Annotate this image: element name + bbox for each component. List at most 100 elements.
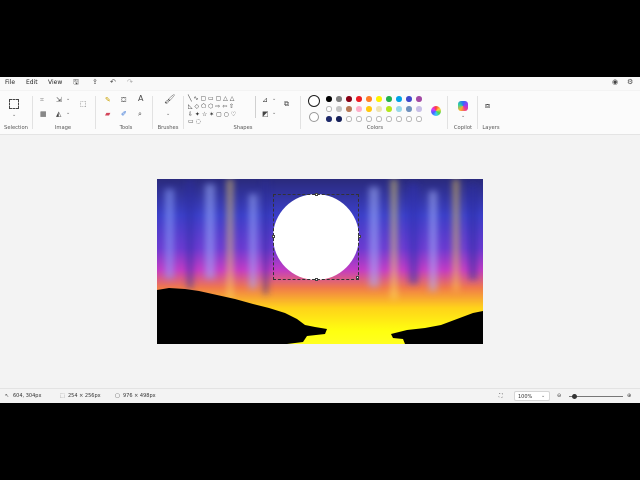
right-cliff-silhouette — [391, 311, 483, 344]
account-icon[interactable]: ◉ — [612, 78, 618, 86]
crop-icon[interactable]: ⌗ — [40, 96, 44, 104]
shape-insert-icon[interactable]: ⧉ — [284, 100, 289, 108]
color-swatch[interactable] — [356, 96, 362, 102]
group-label-brushes: Brushes — [157, 125, 179, 131]
separator — [95, 96, 96, 129]
copilot-icon[interactable] — [458, 101, 468, 111]
redo-icon[interactable]: ↷ — [127, 78, 133, 86]
color-swatch[interactable] — [366, 116, 372, 122]
color-swatch[interactable] — [336, 106, 342, 112]
brushes-chevron-icon[interactable]: ⌄ — [166, 111, 170, 117]
color-swatch[interactable] — [396, 96, 402, 102]
color-swatch[interactable] — [336, 116, 342, 122]
fit-to-window-icon[interactable]: ⛶ — [499, 393, 503, 399]
color-swatch[interactable] — [376, 106, 382, 112]
menu-file[interactable]: File — [5, 79, 15, 86]
color-swatch[interactable] — [416, 116, 422, 122]
color-swatch[interactable] — [346, 96, 352, 102]
rotate-chevron-icon[interactable]: ⌄ — [66, 110, 70, 116]
color-swatch[interactable] — [386, 96, 392, 102]
color-swatch[interactable] — [356, 106, 362, 112]
pencil-icon[interactable]: ✎ — [105, 96, 111, 104]
magnifier-icon[interactable]: ⌕ — [138, 110, 142, 118]
undo-icon[interactable]: ↶ — [110, 78, 116, 86]
eraser-icon[interactable]: ▰ — [105, 110, 110, 118]
group-label-shapes: Shapes — [233, 125, 253, 131]
rotate-icon[interactable]: ◭ — [56, 110, 61, 118]
shape-outline-icon[interactable]: ⊿ — [262, 96, 268, 104]
share-icon[interactable]: ⇪ — [92, 78, 98, 86]
selection-handle-bottom[interactable] — [315, 278, 318, 281]
zoom-in-icon[interactable]: ⊕ — [627, 393, 631, 399]
selection-handle-left[interactable] — [272, 235, 275, 238]
layers-icon[interactable]: ⧈ — [485, 102, 490, 110]
resize-icon[interactable]: ⇲ — [56, 96, 62, 104]
color-swatch[interactable] — [386, 106, 392, 112]
resize-chevron-icon[interactable]: ⌄ — [66, 96, 70, 102]
menu-edit[interactable]: Edit — [26, 79, 38, 86]
color-swatch[interactable] — [396, 116, 402, 122]
color-swatch[interactable] — [346, 106, 352, 112]
color-swatch[interactable] — [406, 106, 412, 112]
shapes-row-2[interactable]: ◺ ◇ ⬠ ⬡ ⇨ ⇦ ⇧ — [188, 104, 254, 110]
color-swatch[interactable] — [376, 116, 382, 122]
color-swatch[interactable] — [356, 116, 362, 122]
color-swatch[interactable] — [416, 96, 422, 102]
color-swatch[interactable] — [366, 96, 372, 102]
group-label-tools: Tools — [119, 125, 133, 131]
shapes-row-1[interactable]: ╲ ∿ ▢ ▭ ▢ △ △ — [188, 96, 254, 102]
save-icon[interactable]: 🖫 — [73, 78, 79, 89]
color-picker-icon[interactable]: ✐ — [121, 110, 127, 118]
canvas-size-icon: ▢ — [115, 393, 120, 399]
color-swatch[interactable] — [386, 116, 392, 122]
image-select-icon[interactable]: ⬚ — [80, 100, 87, 108]
fill-bucket-icon[interactable]: ⛋ — [121, 96, 126, 104]
zoom-slider-thumb[interactable] — [571, 394, 577, 399]
cursor-position: 604, 304px — [13, 393, 42, 399]
color-swatch[interactable] — [326, 106, 332, 112]
separator — [300, 96, 301, 129]
color-swatch[interactable] — [366, 106, 372, 112]
selection-handle-top[interactable] — [315, 193, 318, 196]
separator — [183, 96, 184, 129]
selection-handle-right[interactable] — [358, 235, 361, 238]
selection-size: 254 × 256px — [68, 393, 101, 399]
shape-outline-chevron-icon[interactable]: ⌄ — [272, 96, 276, 102]
color-swatch[interactable] — [406, 96, 412, 102]
zoom-out-icon[interactable]: ⊖ — [557, 393, 561, 399]
selection-handle-bottom-right[interactable] — [356, 276, 359, 279]
shape-fill-chevron-icon[interactable]: ⌄ — [272, 110, 276, 116]
zoom-slider-track[interactable] — [569, 396, 623, 397]
shapes-gallery[interactable]: ╲ ∿ ▢ ▭ ▢ △ △ ◺ ◇ ⬠ ⬡ ⇨ ⇦ ⇧ ⇩ ✦ ☆ ✶ ▢ ○ … — [188, 96, 254, 125]
selection-size-icon: ⬚ — [60, 393, 65, 399]
color-swatch[interactable] — [346, 116, 352, 122]
color-swatch[interactable] — [406, 116, 412, 122]
color-swatch[interactable] — [416, 106, 422, 112]
color-swatch[interactable] — [336, 96, 342, 102]
edit-colors-icon[interactable] — [431, 106, 441, 116]
zoom-dropdown[interactable]: 100% ⌄ — [514, 391, 550, 401]
text-tool-icon[interactable]: A — [138, 95, 143, 103]
drawing-canvas[interactable] — [157, 179, 483, 344]
selection-tool-icon[interactable] — [9, 99, 19, 109]
copilot-chevron-icon[interactable]: ⌄ — [461, 113, 465, 119]
selection-box[interactable] — [273, 194, 359, 280]
color-swatch[interactable] — [326, 96, 332, 102]
background-icon[interactable]: ▦ — [40, 110, 47, 118]
group-label-selection: Selection — [4, 125, 28, 131]
shapes-scrollbar[interactable] — [255, 96, 256, 118]
brush-icon[interactable]: 🖌 — [164, 96, 175, 105]
settings-gear-icon[interactable]: ⚙ — [627, 78, 633, 86]
left-cliff-silhouette — [157, 288, 327, 344]
paint-app-window: File Edit View 🖫 ⇪ ↶ ↷ ◉ ⚙ ⌄ Selection ⌗… — [0, 77, 640, 403]
shape-fill-icon[interactable]: ◩ — [262, 110, 269, 118]
primary-color-swatch[interactable] — [308, 95, 320, 107]
selection-dropdown-chevron-icon[interactable]: ⌄ — [12, 112, 16, 118]
menu-view[interactable]: View — [48, 79, 62, 86]
color-swatch[interactable] — [396, 106, 402, 112]
zoom-value: 100% — [518, 394, 533, 400]
color-swatch[interactable] — [376, 96, 382, 102]
color-swatch[interactable] — [326, 116, 332, 122]
secondary-color-swatch[interactable] — [309, 112, 319, 122]
group-label-image: Image — [54, 125, 72, 131]
